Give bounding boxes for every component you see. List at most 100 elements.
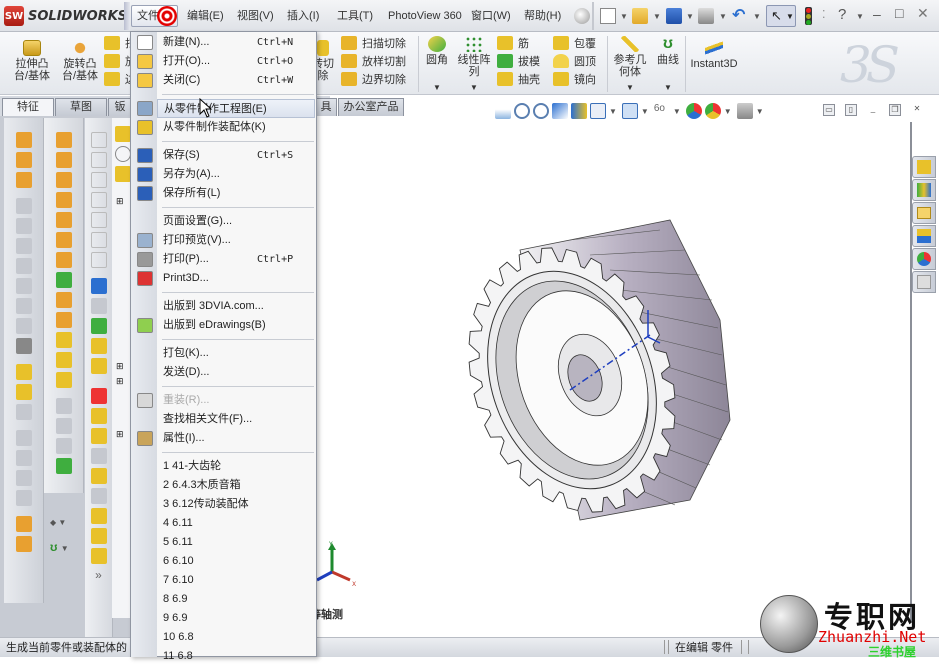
dropdown-icon[interactable]: ▼ xyxy=(724,107,732,116)
file-menu-item[interactable]: 从零件制作装配体(K) xyxy=(157,118,315,137)
feature-icon[interactable] xyxy=(55,458,72,474)
file-menu-item[interactable]: 另存为(A)... xyxy=(157,165,315,184)
reference-geometry-button[interactable]: 参考几 何体 ▼ xyxy=(611,36,649,94)
window-minimize-button[interactable]: – xyxy=(873,6,881,22)
print-dropdown-icon[interactable]: ▼ xyxy=(719,12,727,21)
dropdown-icon[interactable]: ▼ xyxy=(609,107,617,116)
wrap-button[interactable]: 包覆 xyxy=(553,34,596,52)
feature-icon[interactable] xyxy=(55,312,72,328)
undo-icon[interactable]: ↶ xyxy=(732,8,748,24)
new-dropdown-icon[interactable]: ▼ xyxy=(620,12,628,21)
draft-button[interactable]: 拔模 xyxy=(497,52,540,70)
tool-icon[interactable] xyxy=(90,508,107,524)
file-menu-item[interactable]: 查找相关文件(F)... xyxy=(157,410,315,429)
file-menu-item[interactable]: 9 6.9 xyxy=(157,609,315,628)
filter-icon[interactable] xyxy=(115,146,131,162)
sweep-icon[interactable] xyxy=(15,172,32,188)
tab-features[interactable]: 特征 xyxy=(2,98,54,117)
file-menu-item[interactable]: 保存(S) Ctrl+S xyxy=(157,146,315,165)
revolve-boss-button[interactable]: 旋转凸 台/基体 xyxy=(58,40,102,82)
view-orientation-icon[interactable] xyxy=(590,103,606,119)
open-dropdown-icon[interactable]: ▼ xyxy=(653,12,661,21)
fillet-dropdown-icon[interactable]: ▼ xyxy=(422,82,452,94)
file-menu-item[interactable]: 5 6.11 xyxy=(157,533,315,552)
file-menu-item[interactable]: 页面设置(G)... xyxy=(157,212,315,231)
file-menu-item[interactable]: 1 41-大齿轮 xyxy=(157,457,315,476)
boundary-cut-button[interactable]: 边界切除 xyxy=(341,70,406,88)
linear-pattern-button[interactable]: 线性阵 列 ▼ xyxy=(456,36,492,94)
window-close-button[interactable]: ✕ xyxy=(917,5,929,22)
options-icon[interactable]: ⁚ xyxy=(822,8,826,21)
file-menu-item[interactable]: 8 6.9 xyxy=(157,590,315,609)
rebuild-traffic-light-icon[interactable] xyxy=(805,7,812,25)
dropdown-icon[interactable]: ▼ xyxy=(673,107,681,116)
doc-minimize-icon[interactable]: _ xyxy=(867,104,879,116)
more-chevron-icon[interactable]: » xyxy=(91,568,107,584)
menu-edit[interactable]: 编辑(E) xyxy=(183,7,228,25)
file-menu-item[interactable]: 新建(N)... Ctrl+N xyxy=(157,33,315,52)
feature-icon[interactable] xyxy=(15,516,32,532)
reference-geometry-dropdown[interactable]: ◆ ▼ xyxy=(50,518,78,532)
feature-icon[interactable] xyxy=(55,132,72,148)
feature-icon[interactable] xyxy=(55,252,72,268)
open-folder-icon[interactable] xyxy=(632,8,648,24)
file-menu-item[interactable]: 关闭(C) Ctrl+W xyxy=(157,71,315,90)
file-menu-item[interactable]: 属性(I)... xyxy=(157,429,315,448)
mirror-button[interactable]: 镜向 xyxy=(553,70,596,88)
window-maximize-button[interactable]: □ xyxy=(895,5,903,21)
tool-icon[interactable] xyxy=(90,528,107,544)
tool-icon[interactable] xyxy=(90,318,107,334)
menu-photoview[interactable]: PhotoView 360 xyxy=(384,7,466,25)
save-icon[interactable] xyxy=(666,8,682,24)
file-menu-item[interactable]: Print3D... xyxy=(157,269,315,288)
file-menu-item[interactable]: 打印(P)... Ctrl+P xyxy=(157,250,315,269)
fillet-button[interactable]: 圆角 ▼ xyxy=(422,36,452,94)
tile-horizontal-icon[interactable]: ▭ xyxy=(823,104,835,116)
file-menu-item[interactable]: 从零件制作工程图(E) xyxy=(157,99,315,118)
tile-vertical-icon[interactable]: ▯ xyxy=(845,104,857,116)
previous-view-icon[interactable] xyxy=(495,103,511,119)
view-settings-icon[interactable] xyxy=(736,103,753,119)
tab-sheet-metal[interactable]: 钣 xyxy=(108,98,132,116)
file-menu-item[interactable]: 打开(O)... Ctrl+O xyxy=(157,52,315,71)
zoom-to-fit-icon[interactable] xyxy=(514,103,530,119)
cube-view-icon[interactable] xyxy=(90,152,107,168)
tool-icon[interactable] xyxy=(90,428,107,444)
doc-close-icon[interactable]: ✕ xyxy=(911,104,923,116)
curves-button[interactable]: ʊ 曲线 ▼ xyxy=(654,36,682,94)
revolve-icon[interactable] xyxy=(15,152,32,168)
cube-view-icon[interactable] xyxy=(90,172,107,188)
file-menu-item[interactable]: 保存所有(L) xyxy=(157,184,315,203)
cube-view-icon[interactable] xyxy=(90,252,107,268)
curves-dropdown-icon[interactable]: ▼ xyxy=(654,82,682,94)
doc-restore-icon[interactable]: ❐ xyxy=(889,104,901,116)
select-button[interactable]: ↖ ▼ xyxy=(766,5,796,27)
custom-properties-tab[interactable] xyxy=(912,271,936,293)
dropdown-icon[interactable]: ▼ xyxy=(641,107,649,116)
tool-icon[interactable] xyxy=(90,338,107,354)
part-icon[interactable] xyxy=(115,126,131,142)
file-menu-item[interactable]: 发送(D)... xyxy=(157,363,315,382)
edit-appearance-icon[interactable] xyxy=(685,103,702,119)
rib-button[interactable]: 筋 xyxy=(497,34,540,52)
curves-dropdown[interactable]: ʊ ▼ xyxy=(50,540,78,554)
cube-view-icon[interactable] xyxy=(90,212,107,228)
feature-icon[interactable] xyxy=(15,536,32,552)
menu-view[interactable]: 视图(V) xyxy=(233,7,278,25)
feature-icon[interactable] xyxy=(55,292,72,308)
new-document-icon[interactable] xyxy=(600,8,616,24)
menu-tools[interactable]: 工具(T) xyxy=(333,7,377,25)
file-menu-item[interactable]: 2 6.4.3木质音箱 xyxy=(157,476,315,495)
file-menu-item[interactable]: 7 6.10 xyxy=(157,571,315,590)
dropdown-icon[interactable]: ▼ xyxy=(756,107,764,116)
design-library-tab[interactable] xyxy=(912,179,936,201)
tab-office-products[interactable]: 办公室产品 xyxy=(338,98,404,116)
refgeom-dropdown-icon[interactable]: ▼ xyxy=(611,82,649,94)
save-dropdown-icon[interactable]: ▼ xyxy=(686,12,694,21)
sketch-icon[interactable] xyxy=(90,278,107,294)
cube-view-icon[interactable] xyxy=(90,192,107,208)
solidworks-logo[interactable]: SW SOLIDWORKS xyxy=(4,5,127,27)
menu-help[interactable]: 帮助(H) xyxy=(520,7,565,25)
print-icon[interactable] xyxy=(698,8,714,24)
tool-icon[interactable] xyxy=(90,358,107,374)
